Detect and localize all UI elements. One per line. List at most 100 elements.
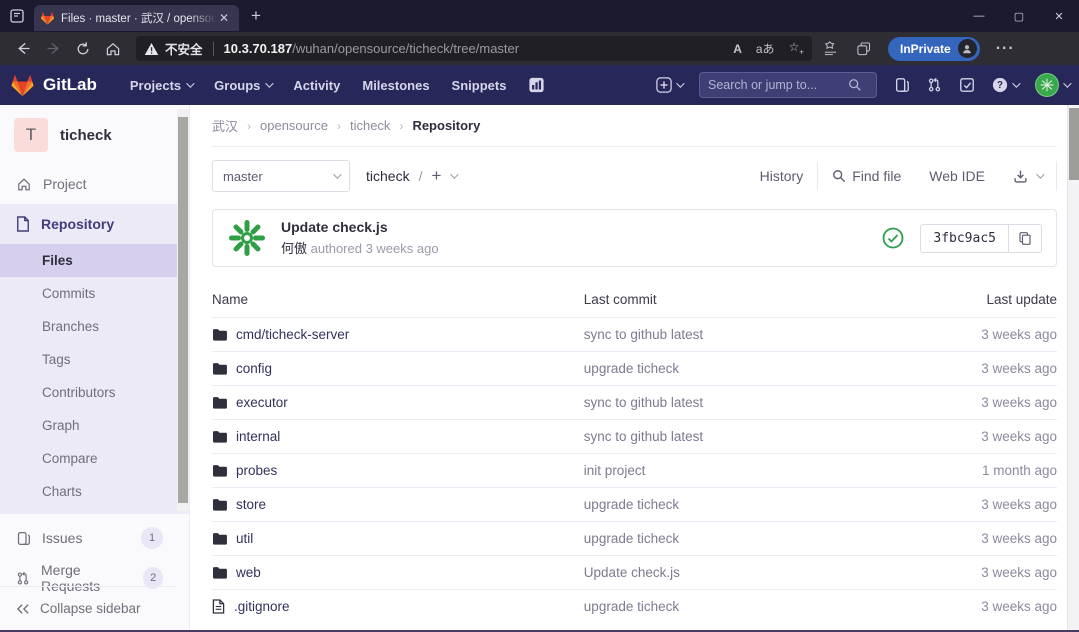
sidebar-item-branches[interactable]: Branches — [0, 310, 189, 343]
history-button[interactable]: History — [746, 168, 818, 184]
commit-sha[interactable]: 3fbc9ac5 — [920, 224, 1009, 253]
forward-icon[interactable] — [38, 40, 68, 57]
commit-author-identicon[interactable] — [227, 218, 267, 258]
table-row[interactable]: store upgrade ticheck 3 weeks ago — [212, 488, 1057, 522]
collapse-sidebar-button[interactable]: Collapse sidebar — [0, 586, 177, 630]
copy-commit-sha-button[interactable] — [1009, 224, 1042, 253]
home-icon[interactable] — [98, 41, 128, 57]
commit-message-link[interactable]: init project — [584, 463, 646, 478]
sidebar-item-compare[interactable]: Compare — [0, 442, 189, 475]
window-maximize-button[interactable]: ▢ — [999, 0, 1039, 32]
nav-groups[interactable]: Groups — [214, 78, 271, 93]
table-row[interactable]: web Update check.js 3 weeks ago — [212, 556, 1057, 590]
merge-request-icon[interactable] — [927, 77, 942, 93]
global-search[interactable] — [699, 72, 877, 98]
branch-selector[interactable]: master — [212, 160, 350, 192]
commit-message-link[interactable]: upgrade ticheck — [584, 531, 679, 546]
todo-icon[interactable] — [959, 77, 975, 93]
commit-message-link[interactable]: upgrade ticheck — [584, 497, 679, 512]
sidebar-item-contributors[interactable]: Contributors — [0, 376, 189, 409]
sidebar-item-charts[interactable]: Charts — [0, 475, 189, 508]
sidebar-item-issues[interactable]: Issues 1 — [0, 518, 189, 558]
address-bar[interactable]: 不安全 10.3.70.187/wuhan/opensource/ticheck… — [136, 36, 812, 61]
breadcrumb-project[interactable]: ticheck — [350, 118, 390, 133]
table-row[interactable]: internal sync to github latest 3 weeks a… — [212, 420, 1057, 454]
read-aloud-icon[interactable]: A — [733, 42, 742, 56]
back-icon[interactable] — [8, 40, 38, 57]
breadcrumb-namespace[interactable]: opensource — [260, 118, 328, 133]
refresh-icon[interactable] — [68, 41, 98, 57]
commit-message-link[interactable]: upgrade ticheck — [584, 599, 679, 614]
sidebar-item-tags[interactable]: Tags — [0, 343, 189, 376]
help-icon[interactable]: ? — [992, 77, 1018, 93]
file-link[interactable]: probes — [212, 463, 584, 478]
file-link[interactable]: cmd/ticheck-server — [212, 327, 584, 342]
file-link[interactable]: config — [212, 361, 584, 376]
sidebar-scrollbar[interactable] — [177, 109, 189, 511]
tab-close-icon[interactable]: ✕ — [215, 11, 233, 25]
path-project[interactable]: ticheck — [366, 168, 410, 184]
page-scrollbar[interactable] — [1067, 105, 1079, 630]
sidebar-item-project[interactable]: Project — [0, 164, 189, 204]
gitlab-brand[interactable]: GitLab — [10, 73, 97, 97]
more-menu-icon[interactable]: ··· — [996, 40, 1015, 58]
file-link[interactable]: store — [212, 497, 584, 512]
chart-icon[interactable] — [528, 77, 545, 93]
user-avatar[interactable] — [1035, 73, 1069, 97]
sidebar-item-commits[interactable]: Commits — [0, 277, 189, 310]
gitlab-logo-icon — [10, 73, 35, 97]
table-row[interactable]: util upgrade ticheck 3 weeks ago — [212, 522, 1057, 556]
table-row[interactable]: probes init project 1 month ago — [212, 454, 1057, 488]
commit-message-link[interactable]: upgrade ticheck — [584, 361, 679, 376]
commit-message-link[interactable]: Update check.js — [584, 565, 680, 580]
browser-tab[interactable]: Files · master · 武汉 / opensourc ✕ — [34, 5, 239, 31]
commit-message-link[interactable]: sync to github latest — [584, 429, 703, 444]
gitlab-navbar: GitLab Projects Groups Activity Mileston… — [0, 65, 1079, 105]
collections-icon[interactable] — [855, 41, 872, 57]
project-header[interactable]: T ticheck — [0, 105, 189, 164]
page-scrollbar-thumb[interactable] — [1069, 108, 1079, 180]
commit-author[interactable]: 何傲 — [281, 241, 307, 256]
file-link[interactable]: internal — [212, 429, 584, 444]
nav-projects[interactable]: Projects — [130, 78, 192, 93]
table-row[interactable]: config upgrade ticheck 3 weeks ago — [212, 352, 1057, 386]
sidebar-item-files[interactable]: Files — [0, 244, 189, 277]
file-link[interactable]: executor — [212, 395, 584, 410]
favorites-bar-icon[interactable] — [822, 41, 839, 57]
window-close-button[interactable]: ✕ — [1039, 0, 1079, 32]
issues-icon[interactable] — [894, 77, 910, 93]
new-menu-button[interactable] — [656, 77, 682, 93]
table-row[interactable]: cmd/ticheck-server sync to github latest… — [212, 318, 1057, 352]
add-favorite-icon[interactable]: ☆+ — [789, 40, 804, 56]
chevron-down-icon — [1063, 79, 1071, 87]
site-security-chip[interactable]: 不安全 — [144, 39, 203, 58]
sidebar-item-graph[interactable]: Graph — [0, 409, 189, 442]
file-link[interactable]: web — [212, 565, 584, 580]
pipeline-status-icon[interactable] — [882, 227, 904, 249]
file-link[interactable]: util — [212, 531, 584, 546]
url-text: 10.3.70.187/wuhan/opensource/ticheck/tre… — [224, 41, 726, 56]
download-button[interactable] — [999, 169, 1056, 184]
translate-icon[interactable]: aあ — [756, 40, 775, 57]
add-file-button[interactable]: + — [431, 166, 441, 186]
nav-activity[interactable]: Activity — [293, 78, 340, 93]
tab-actions-icon[interactable] — [0, 8, 34, 24]
sidebar-item-repository[interactable]: Repository — [0, 204, 189, 244]
inprivate-badge[interactable]: InPrivate — [888, 37, 980, 61]
find-file-button[interactable]: Find file — [818, 168, 915, 184]
table-row[interactable]: .gitignore upgrade ticheck 3 weeks ago — [212, 590, 1057, 624]
table-row[interactable]: executor sync to github latest 3 weeks a… — [212, 386, 1057, 420]
window-minimize-button[interactable]: — — [959, 0, 999, 32]
search-input[interactable] — [708, 78, 848, 92]
new-tab-button[interactable]: + — [251, 6, 261, 26]
commit-title[interactable]: Update check.js — [281, 219, 439, 235]
web-ide-button[interactable]: Web IDE — [915, 168, 999, 184]
sidebar-scrollbar-thumb[interactable] — [178, 117, 188, 503]
breadcrumb-group[interactable]: 武汉 — [212, 116, 238, 135]
file-link[interactable]: .gitignore — [212, 599, 584, 614]
commit-message-link[interactable]: sync to github latest — [584, 327, 703, 342]
commit-message-link[interactable]: sync to github latest — [584, 395, 703, 410]
nav-milestones[interactable]: Milestones — [362, 78, 429, 93]
chevron-down-icon[interactable] — [451, 170, 459, 178]
nav-snippets[interactable]: Snippets — [452, 78, 507, 93]
